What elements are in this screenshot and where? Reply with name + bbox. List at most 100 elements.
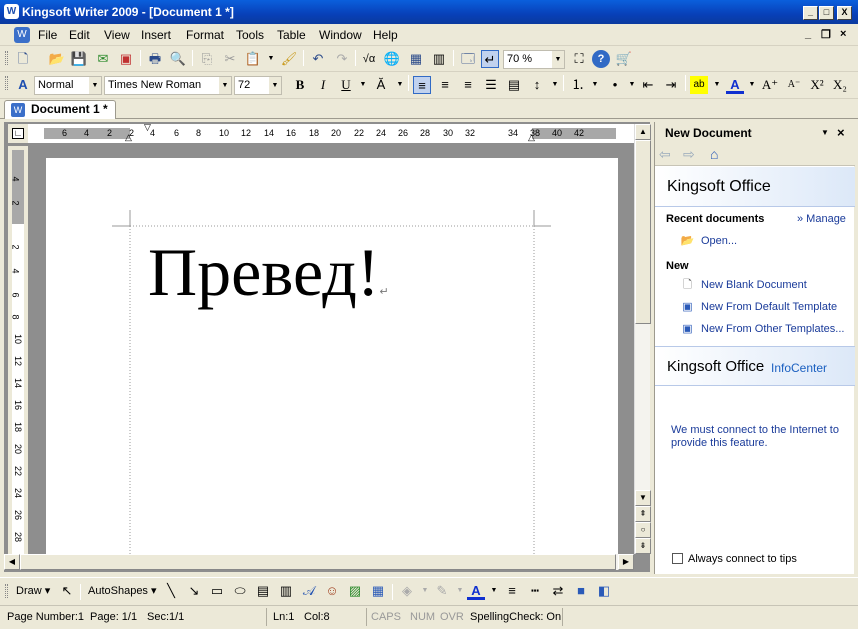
scroll-right-button[interactable]: ▶ (618, 554, 634, 570)
picture-icon[interactable]: ▨ (346, 582, 364, 600)
underline-icon[interactable]: U (337, 76, 355, 94)
print-icon[interactable]: 🖶 (146, 50, 164, 68)
clipart-icon[interactable]: ☺ (323, 582, 341, 600)
new-blank-document-link[interactable]: New Blank Document (701, 279, 807, 291)
home-icon[interactable]: ⌂ (710, 146, 718, 162)
save-icon[interactable]: 💾 (70, 50, 88, 68)
scroll-left-button[interactable]: ◀ (4, 554, 20, 570)
select-pointer-icon[interactable]: ↖ (58, 582, 76, 600)
doc-minimize-button[interactable]: _ (805, 28, 811, 40)
left-indent-marker[interactable]: △ (125, 132, 132, 143)
vertical-text-box-icon[interactable]: ▥ (277, 582, 295, 600)
oval-icon[interactable]: ⬭ (231, 582, 249, 600)
distributed-icon[interactable]: ▤ (505, 76, 523, 94)
shadow-icon[interactable]: ■ (572, 582, 590, 600)
show-marks-icon[interactable]: ↵ (481, 50, 499, 68)
always-connect-checkbox[interactable] (672, 553, 683, 564)
line-spacing-icon[interactable]: ↕ (528, 76, 546, 94)
arrow-icon[interactable]: ↘ (185, 582, 203, 600)
font-color-dropdown-icon[interactable]: ▼ (485, 582, 503, 600)
menu-edit[interactable]: Edit (69, 28, 90, 42)
paste-icon[interactable]: 📋 (244, 50, 262, 68)
chart-icon[interactable]: ▦ (369, 582, 387, 600)
scroll-up-button[interactable]: ▲ (635, 124, 651, 140)
toolbar-grip[interactable] (5, 76, 8, 90)
align-left-icon[interactable]: ≡ (413, 76, 431, 94)
grow-font-icon[interactable]: A⁺ (761, 76, 779, 94)
help-icon[interactable]: ? (592, 50, 610, 68)
line-style-icon[interactable]: ≡ (503, 582, 521, 600)
highlight-dropdown-icon[interactable]: ▼ (708, 76, 726, 94)
first-line-indent-marker[interactable]: ▽ (144, 122, 151, 133)
font-select[interactable]: Times New Roman ▼ (104, 76, 232, 95)
decrease-indent-icon[interactable]: ⇤ (639, 76, 657, 94)
forward-icon[interactable]: ⇨ (683, 146, 695, 163)
browse-object-button[interactable]: ○ (635, 522, 651, 538)
menu-window[interactable]: Window (319, 28, 362, 42)
document-icon[interactable]: W (14, 27, 30, 43)
shrink-font-icon[interactable]: A⁻ (785, 76, 803, 94)
line-icon[interactable]: ╲ (162, 582, 180, 600)
toolbar-grip[interactable] (5, 51, 8, 65)
arrow-style-icon[interactable]: ⇄ (549, 582, 567, 600)
font-effects-dropdown-icon[interactable]: ▼ (391, 76, 409, 94)
copy-format-icon[interactable]: ⎘ (198, 50, 216, 68)
autoshapes-menu-button[interactable]: AutoShapes ▾ (88, 584, 157, 597)
document-map-icon[interactable]: 🗔 (459, 50, 477, 68)
hscroll-thumb[interactable] (20, 554, 616, 570)
justify-icon[interactable]: ☰ (482, 76, 500, 94)
columns-icon[interactable]: ▥ (430, 50, 448, 68)
manage-link[interactable]: » Manage (797, 213, 846, 225)
find-binoculars-icon[interactable]: ⛶ (570, 50, 588, 68)
horizontal-scrollbar[interactable]: ◀ ▶ (4, 554, 634, 570)
doc-restore-button[interactable]: ❐ (821, 28, 831, 41)
fill-dropdown-icon[interactable]: ▼ (416, 582, 434, 600)
line-color-icon[interactable]: ✎ (433, 582, 451, 600)
text-box-icon[interactable]: ▤ (254, 582, 272, 600)
bullets-icon[interactable]: • (606, 76, 624, 94)
toolbar-grip[interactable] (5, 584, 8, 598)
tab-stop-selector[interactable]: ∟ (8, 124, 28, 143)
new-document-icon[interactable]: 🗋 (14, 50, 32, 68)
maximize-button[interactable]: □ (819, 6, 834, 20)
minimize-button[interactable]: _ (803, 6, 818, 20)
equation-icon[interactable]: √α (360, 50, 378, 68)
3d-icon[interactable]: ◧ (595, 582, 613, 600)
italic-icon[interactable]: I (314, 76, 332, 94)
vertical-scrollbar[interactable]: ▲ ▼ ⇞ ○ ⇟ (634, 124, 651, 554)
export-pdf-icon[interactable]: ▣ (117, 50, 135, 68)
rectangle-icon[interactable]: ▭ (208, 582, 226, 600)
cut-icon[interactable]: ✂ (221, 50, 239, 68)
task-pane-menu-icon[interactable]: ▼ (821, 122, 829, 144)
undo-icon[interactable]: ↶ (309, 50, 327, 68)
increase-indent-icon[interactable]: ⇥ (662, 76, 680, 94)
dash-style-icon[interactable]: ┅ (526, 582, 544, 600)
numbering-dropdown-icon[interactable]: ▼ (586, 76, 604, 94)
menu-view[interactable]: View (104, 28, 130, 42)
styles-icon[interactable]: A (14, 76, 32, 94)
insert-table-icon[interactable]: ▦ (407, 50, 425, 68)
font-color-icon[interactable]: A (726, 76, 744, 94)
line-spacing-dropdown-icon[interactable]: ▼ (546, 76, 564, 94)
horizontal-ruler[interactable]: 6 4 2 2 4 6 8 10 12 14 16 18 20 22 24 26 28 30 32 34 38 40 42 △… (28, 122, 634, 143)
document-text[interactable]: Превед!↵ (148, 232, 389, 332)
next-page-button[interactable]: ⇟ (635, 538, 651, 554)
highlight-text-icon[interactable]: Ă (372, 76, 390, 94)
open-link[interactable]: Open... (701, 235, 737, 247)
scroll-thumb[interactable] (635, 140, 651, 324)
prev-page-button[interactable]: ⇞ (635, 506, 651, 522)
redo-icon[interactable]: ↷ (333, 50, 351, 68)
tab-document-1[interactable]: W Document 1 * (4, 100, 116, 119)
wordart-icon[interactable]: 𝒜 (300, 582, 318, 600)
font-color-icon[interactable]: A (467, 582, 485, 600)
subscript-icon[interactable]: X₂ (831, 76, 849, 94)
task-pane-close-icon[interactable]: × (837, 122, 845, 144)
menu-help[interactable]: Help (373, 28, 398, 42)
back-icon[interactable]: ⇦ (659, 146, 671, 163)
menu-table[interactable]: Table (277, 28, 306, 42)
paste-dropdown-icon[interactable]: ▼ (262, 50, 280, 68)
align-center-icon[interactable]: ≡ (436, 76, 454, 94)
shopping-cart-icon[interactable]: 🛒 (615, 50, 633, 68)
superscript-icon[interactable]: X² (808, 76, 826, 94)
menu-tools[interactable]: Tools (236, 28, 264, 42)
